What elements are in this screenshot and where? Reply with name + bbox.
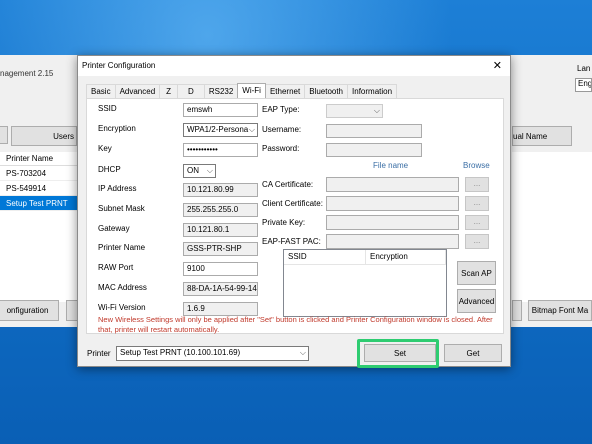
- printer-label: Printer: [87, 349, 111, 358]
- printer-list-row-selected[interactable]: Setup Test PRNT: [0, 196, 77, 211]
- printer-name-label: Printer Name: [98, 243, 146, 252]
- bitmap-font-button[interactable]: Bitmap Font Ma: [528, 300, 592, 321]
- browse-header: Browse: [463, 161, 490, 170]
- tab-ethernet[interactable]: Ethernet: [264, 84, 306, 98]
- mac-address-label: MAC Address: [98, 283, 147, 292]
- manual-name-button[interactable]: ual Name: [512, 126, 572, 146]
- raw-port-input[interactable]: 9100: [183, 262, 258, 276]
- scan-column-ssid[interactable]: SSID: [284, 250, 366, 265]
- printer-select-value: Setup Test PRNT (10.100.101.69): [120, 348, 241, 357]
- printer-select[interactable]: Setup Test PRNT (10.100.101.69) ⌵: [116, 346, 309, 361]
- advanced-button[interactable]: Advanced: [457, 289, 496, 313]
- dhcp-value: ON: [187, 166, 199, 175]
- language-select[interactable]: Engl: [575, 78, 592, 92]
- tab-d[interactable]: D: [177, 84, 205, 98]
- tab-information[interactable]: Information: [347, 84, 398, 98]
- dhcp-select[interactable]: ON ⌵: [183, 164, 216, 178]
- background-app-title: nagement 2.15: [0, 69, 54, 78]
- users-button[interactable]: Users: [11, 126, 77, 146]
- eap-fast-pac-input[interactable]: [326, 234, 459, 249]
- key-label: Key: [98, 144, 112, 153]
- background-dropdown[interactable]: [0, 126, 8, 144]
- encryption-label: Encryption: [98, 124, 136, 133]
- tab-wifi[interactable]: Wi-Fi: [237, 83, 266, 98]
- printer-name-input[interactable]: GSS-PTR-SHP: [183, 242, 258, 256]
- printer-list-header: Printer Name: [0, 152, 77, 166]
- tab-bar: Basic Advanced Z D RS232 Wi-Fi Ethernet …: [86, 83, 398, 98]
- dialog-title-bar: Printer Configuration ✕: [78, 56, 510, 76]
- ip-address-input[interactable]: 10.121.80.99: [183, 183, 258, 197]
- ca-certificate-browse-button[interactable]: ...: [465, 177, 489, 192]
- client-certificate-label: Client Certificate:: [262, 199, 323, 208]
- file-name-header: File name: [373, 161, 409, 170]
- eap-fast-pac-label: EAP-FAST PAC:: [262, 237, 321, 246]
- ca-certificate-input[interactable]: [326, 177, 459, 192]
- tab-basic[interactable]: Basic: [86, 84, 116, 98]
- chevron-down-icon: ⌵: [248, 125, 255, 134]
- gateway-label: Gateway: [98, 224, 130, 233]
- ip-address-label: IP Address: [98, 184, 137, 193]
- password-input[interactable]: [326, 143, 422, 157]
- key-input[interactable]: •••••••••••: [183, 143, 258, 157]
- raw-port-label: RAW Port: [98, 263, 134, 272]
- ssid-input[interactable]: emswh: [183, 103, 258, 117]
- background-right-list: [512, 152, 592, 302]
- username-label: Username:: [262, 125, 302, 134]
- scan-ap-list[interactable]: SSID Encryption: [283, 249, 447, 317]
- ca-certificate-label: CA Certificate:: [262, 180, 314, 189]
- private-key-browse-button[interactable]: ...: [465, 215, 489, 230]
- get-button[interactable]: Get: [444, 344, 502, 362]
- wifi-version-label: Wi-Fi Version: [98, 303, 146, 312]
- printer-list: Printer Name PS-703204 PS-549914 Setup T…: [0, 152, 78, 302]
- eap-type-label: EAP Type:: [262, 105, 300, 114]
- wifi-panel: SSID emswh Encryption WPA1/2-Persona ⌵ K…: [86, 98, 504, 334]
- chevron-down-icon: ⌵: [206, 166, 213, 175]
- gateway-input[interactable]: 10.121.80.1: [183, 223, 258, 237]
- subnet-mask-label: Subnet Mask: [98, 204, 145, 213]
- configuration-button[interactable]: onfiguration: [0, 300, 59, 321]
- scan-ap-button[interactable]: Scan AP: [457, 261, 496, 285]
- wireless-warning-text: New Wireless Settings will only be appli…: [98, 315, 493, 334]
- printer-list-row[interactable]: PS-549914: [0, 181, 77, 196]
- printer-configuration-dialog: Printer Configuration ✕ Basic Advanced Z…: [77, 55, 511, 367]
- tab-bluetooth[interactable]: Bluetooth: [304, 84, 349, 98]
- private-key-label: Private Key:: [262, 218, 306, 227]
- dhcp-label: DHCP: [98, 165, 121, 174]
- dialog-title: Printer Configuration: [82, 61, 156, 70]
- eap-type-select[interactable]: ⌵: [326, 104, 383, 118]
- encryption-value: WPA1/2-Persona: [187, 125, 249, 134]
- set-button-highlight: [357, 339, 439, 368]
- client-certificate-browse-button[interactable]: ...: [465, 196, 489, 211]
- encryption-select[interactable]: WPA1/2-Persona ⌵: [183, 123, 258, 137]
- tab-z[interactable]: Z: [159, 84, 179, 98]
- chevron-down-icon: ⌵: [299, 348, 306, 357]
- password-label: Password:: [262, 144, 300, 153]
- private-key-input[interactable]: [326, 215, 459, 230]
- close-icon[interactable]: ✕: [493, 59, 502, 72]
- background-button-right[interactable]: [512, 300, 522, 321]
- subnet-mask-input[interactable]: 255.255.255.0: [183, 203, 258, 217]
- printer-list-row[interactable]: PS-703204: [0, 166, 77, 181]
- language-label: Lan: [577, 64, 591, 73]
- tab-advanced[interactable]: Advanced: [114, 84, 161, 98]
- mac-address-input[interactable]: 88-DA-1A-54-99-14: [183, 282, 258, 296]
- eap-fast-pac-browse-button[interactable]: ...: [465, 234, 489, 249]
- username-input[interactable]: [326, 124, 422, 138]
- client-certificate-input[interactable]: [326, 196, 459, 211]
- wifi-version-input[interactable]: 1.6.9: [183, 302, 258, 316]
- chevron-down-icon: ⌵: [373, 106, 380, 115]
- ssid-label: SSID: [98, 104, 117, 113]
- tab-rs232[interactable]: RS232: [203, 84, 239, 98]
- scan-column-encryption[interactable]: Encryption: [366, 250, 446, 265]
